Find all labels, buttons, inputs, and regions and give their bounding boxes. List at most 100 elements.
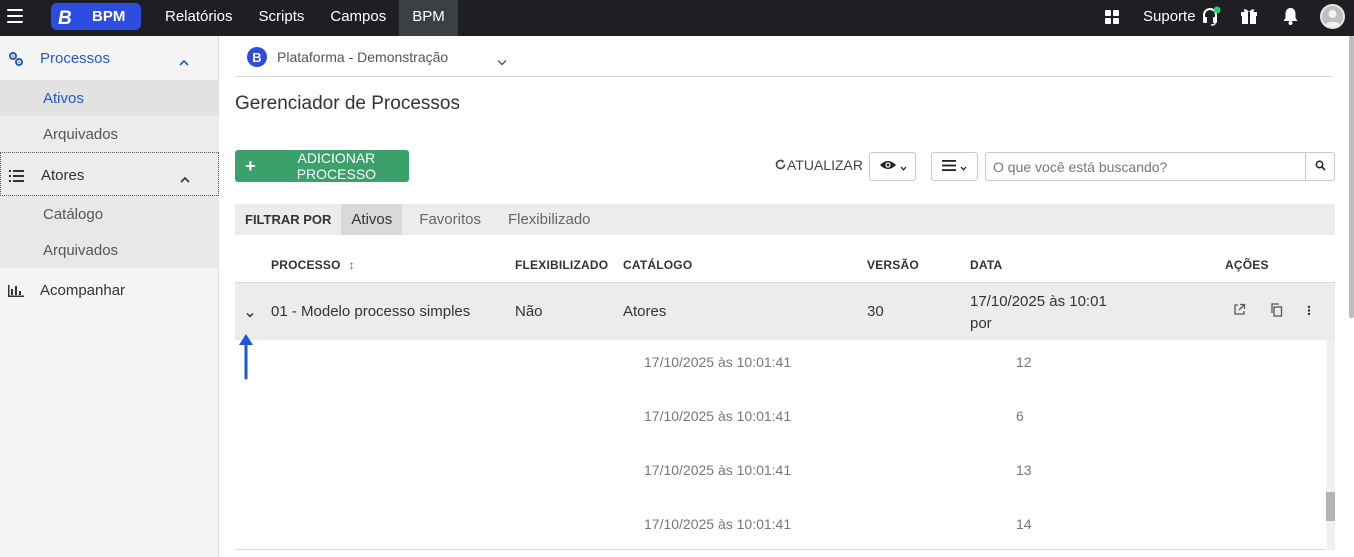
eye-icon: [879, 158, 897, 176]
version-number: 13: [1016, 462, 1032, 478]
version-number: 14: [1016, 516, 1032, 532]
page-title: Gerenciador de Processos: [235, 93, 460, 114]
sidebar-item-label: Arquivados: [43, 126, 119, 143]
filter-bar: FILTRAR POR Ativos Favoritos Flexibiliza…: [235, 204, 1335, 235]
sidebar-item-atores-arquivados[interactable]: Arquivados: [0, 232, 219, 268]
version-list: 17/10/2025 às 10:01:41 12 17/10/2025 às …: [235, 340, 1327, 550]
list-icon: [9, 168, 25, 184]
refresh-button[interactable]: ATUALIZAR: [775, 157, 863, 173]
more-vertical-icon[interactable]: [1307, 303, 1321, 317]
columns-menu-button[interactable]: [931, 152, 978, 181]
chevron-up-icon[interactable]: [179, 171, 191, 183]
sidebar-item-catalogo[interactable]: Catálogo: [0, 196, 219, 232]
open-external-icon[interactable]: [1233, 303, 1247, 317]
support-link[interactable]: Suporte: [1143, 8, 1196, 25]
divider: [235, 76, 1333, 77]
cell-data-author: por: [970, 315, 992, 332]
filter-tab-favoritos[interactable]: Favoritos: [409, 204, 491, 235]
sidebar-section-acompanhar[interactable]: Acompanhar: [0, 268, 219, 312]
sidebar-section-atores[interactable]: Atores: [0, 152, 219, 196]
sidebar-section-processos[interactable]: Processos: [0, 36, 219, 80]
list-item[interactable]: 17/10/2025 às 10:01:41 14: [235, 502, 1327, 556]
page-scrollbar-thumb[interactable]: [1349, 36, 1354, 318]
search-icon: [1315, 158, 1326, 176]
copy-icon[interactable]: [1270, 303, 1284, 317]
sidebar-item-label: Ativos: [43, 90, 84, 107]
version-number: 12: [1016, 354, 1032, 370]
apps-grid-icon[interactable]: [1105, 10, 1119, 24]
bar-chart-icon: [8, 283, 24, 299]
headset-icon[interactable]: [1201, 5, 1223, 27]
divider: [235, 549, 1325, 550]
gears-icon: [8, 51, 24, 67]
filter-label: FILTRAR POR: [245, 212, 332, 227]
column-header-data: DATA: [970, 258, 1003, 272]
table-header: PROCESSO ↕ FLEXIBILIZADO CATÁLOGO VERSÃO …: [235, 246, 1335, 282]
list-item[interactable]: 17/10/2025 às 10:01:41 13: [235, 448, 1327, 502]
cell-versao: 30: [867, 303, 884, 320]
list-item[interactable]: 17/10/2025 às 10:01:41 6: [235, 394, 1327, 448]
chevron-down-icon: [960, 158, 967, 176]
sidebar-item-label: Catálogo: [43, 206, 104, 223]
platform-logo-icon: B: [247, 47, 267, 67]
search-button[interactable]: [1305, 153, 1334, 180]
cell-processo: 01 - Modelo processo simples: [271, 303, 471, 320]
hamburger-menu-icon[interactable]: [7, 9, 23, 23]
version-date: 17/10/2025 às 10:01:41: [644, 354, 792, 370]
column-header-acoes: AÇÕES: [1225, 258, 1269, 272]
sidebar-section-label: Atores: [41, 167, 85, 184]
sidebar-item-ativos[interactable]: Ativos: [0, 80, 219, 116]
refresh-label: ATUALIZAR: [787, 157, 863, 173]
search-input[interactable]: [986, 153, 1305, 180]
list-item[interactable]: 17/10/2025 às 10:01:41 12: [235, 340, 1327, 394]
platform-selector[interactable]: B Plataforma - Demonstração: [247, 46, 448, 68]
search-box: [985, 152, 1335, 181]
sidebar-group-processos: Ativos Arquivados: [0, 80, 219, 152]
add-process-label: ADICIONAR PROCESSO: [296, 150, 377, 182]
sidebar-section-label: Processos: [40, 50, 111, 67]
chevron-down-icon[interactable]: [497, 53, 507, 66]
cell-catalogo: Atores: [623, 303, 667, 320]
column-header-processo[interactable]: PROCESSO ↕: [271, 258, 355, 272]
nav-campos[interactable]: Campos: [317, 0, 399, 36]
brand-button[interactable]: B BPM: [51, 3, 141, 30]
status-dot: [1213, 6, 1221, 14]
brand-name: BPM: [92, 8, 126, 25]
filter-tab-flexibilizado[interactable]: Flexibilizado: [498, 204, 601, 235]
view-options-button[interactable]: [869, 152, 916, 181]
chevron-up-icon[interactable]: [178, 54, 190, 66]
nav-scripts[interactable]: Scripts: [246, 0, 318, 36]
inner-scrollbar-thumb[interactable]: [1326, 492, 1335, 521]
sidebar-group-atores: Catálogo Arquivados: [0, 196, 219, 268]
chevron-down-icon[interactable]: [245, 306, 255, 318]
bell-icon[interactable]: [1282, 7, 1299, 25]
user-avatar[interactable]: [1320, 4, 1345, 29]
sidebar: Processos Ativos Arquivados Atores Catál…: [0, 36, 219, 557]
gift-icon[interactable]: [1240, 7, 1258, 25]
column-header-catalogo: CATÁLOGO: [623, 258, 693, 272]
chevron-down-icon: [900, 158, 907, 176]
version-date: 17/10/2025 às 10:01:41: [644, 516, 792, 532]
cell-flexibilizado: Não: [515, 303, 543, 320]
table-row[interactable]: 01 - Modelo processo simples Não Atores …: [235, 282, 1335, 340]
annotation-arrow-icon: [236, 332, 256, 380]
filter-tab-ativos[interactable]: Ativos: [341, 204, 403, 235]
plus-icon: +: [245, 155, 256, 176]
version-date: 17/10/2025 às 10:01:41: [644, 408, 792, 424]
svg-text:B: B: [58, 8, 72, 27]
add-process-button[interactable]: + ADICIONAR PROCESSO: [235, 150, 409, 182]
sort-icon[interactable]: ↕: [349, 258, 355, 272]
nav-bpm[interactable]: BPM: [399, 0, 458, 36]
nav-relatorios[interactable]: Relatórios: [152, 0, 246, 36]
top-nav: Relatórios Scripts Campos BPM: [152, 0, 458, 36]
cell-data: 17/10/2025 às 10:01: [970, 293, 1107, 310]
version-number: 6: [1016, 408, 1024, 424]
column-header-versao: VERSÃO: [867, 258, 919, 272]
platform-name: Plataforma - Demonstração: [277, 49, 449, 65]
sidebar-item-arquivados[interactable]: Arquivados: [0, 116, 219, 152]
brand-logo-icon: B: [55, 6, 79, 28]
sidebar-section-label: Acompanhar: [40, 282, 126, 299]
sidebar-item-label: Arquivados: [43, 242, 119, 259]
version-date: 17/10/2025 às 10:01:41: [644, 462, 792, 478]
menu-lines-icon: [942, 158, 956, 176]
